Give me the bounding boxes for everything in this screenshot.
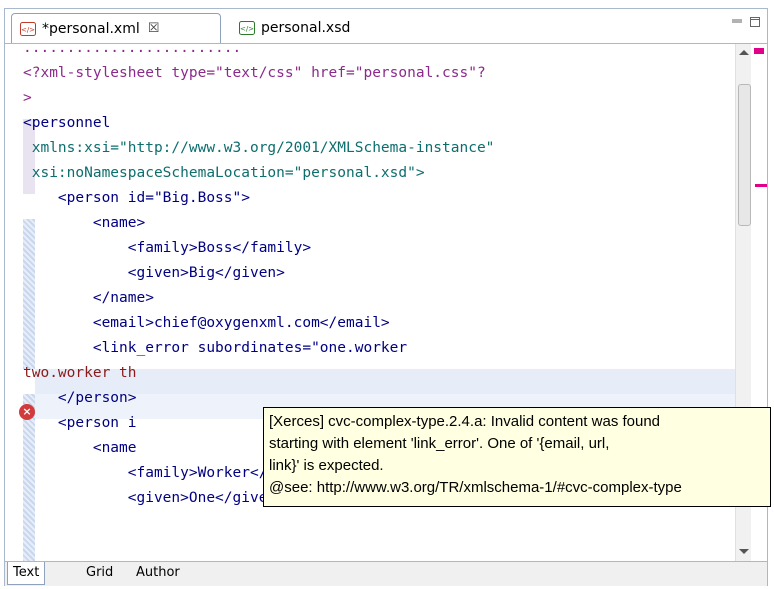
window-controls (731, 13, 761, 27)
tab-label: *personal.xml (42, 20, 140, 37)
code-line[interactable]: <name (23, 436, 137, 461)
code-line[interactable]: ......................... (23, 44, 241, 61)
tab-personal-xsd[interactable]: </> personal.xsd (231, 13, 419, 43)
code-line[interactable]: </name> (23, 286, 154, 311)
current-line-highlight (35, 369, 735, 394)
minimize-icon[interactable] (731, 13, 743, 25)
tooltip-line: [Xerces] cvc-complex-type.2.4.a: Invalid… (269, 413, 661, 430)
svg-text:</>: </> (21, 26, 35, 34)
code-line[interactable]: <given>One</given> (23, 486, 285, 511)
tab-personal-xml[interactable]: </> *personal.xml ☒ (11, 13, 221, 43)
editor-tab-bar: </> *personal.xml ☒ </> personal.xsd (5, 9, 767, 43)
tab-label: personal.xsd (261, 20, 351, 36)
error-marker[interactable] (755, 184, 767, 187)
code-line[interactable]: <given>Big</given> (23, 261, 285, 286)
code-line[interactable]: <personnel (23, 111, 110, 136)
scroll-up-icon[interactable] (739, 50, 749, 55)
tab-author[interactable]: Author (131, 562, 185, 584)
code-line[interactable]: <person id="Big.Boss"> (23, 186, 250, 211)
code-line[interactable]: xmlns:xsi="http://www.w3.org/2001/XMLSch… (23, 136, 495, 161)
code-line[interactable]: <name> (23, 211, 145, 236)
code-line[interactable]: <link_error subordinates="one.worker (23, 336, 407, 361)
code-line[interactable]: xsi:noNamespaceSchemaLocation="personal.… (23, 161, 425, 186)
code-line[interactable]: <person i (23, 411, 137, 436)
tooltip-line: link}' is expected. (269, 457, 384, 474)
close-tab-icon[interactable]: ☒ (148, 21, 160, 36)
code-line[interactable]: <email>chief@oxygenxml.com</email> (23, 311, 390, 336)
xml-file-icon: </> (20, 21, 36, 36)
scrollbar-thumb[interactable] (738, 84, 751, 226)
error-marker[interactable] (754, 48, 764, 54)
tooltip-line: starting with element 'link_error'. One … (269, 435, 610, 452)
tab-grid[interactable]: Grid (81, 562, 119, 584)
code-line[interactable]: > (23, 86, 32, 111)
code-line[interactable]: <family>Boss</family> (23, 236, 311, 261)
code-line[interactable]: </person> (23, 386, 137, 411)
scroll-down-icon[interactable] (739, 549, 749, 554)
xsd-file-icon: </> (239, 21, 255, 35)
code-line[interactable]: <?xml-stylesheet type="text/css" href="p… (23, 61, 486, 86)
svg-text:</>: </> (240, 25, 254, 33)
code-line[interactable]: two.worker th (23, 361, 137, 386)
editor-mode-tabs: Text Grid Author (5, 561, 767, 586)
maximize-icon[interactable] (749, 13, 761, 27)
validation-error-tooltip: [Xerces] cvc-complex-type.2.4.a: Invalid… (263, 407, 771, 507)
tooltip-line: @see: http://www.w3.org/TR/xmlschema-1/#… (269, 479, 682, 496)
editor-window: </> *personal.xml ☒ </> personal.xsd × .… (4, 8, 771, 586)
tab-text[interactable]: Text (7, 562, 46, 585)
